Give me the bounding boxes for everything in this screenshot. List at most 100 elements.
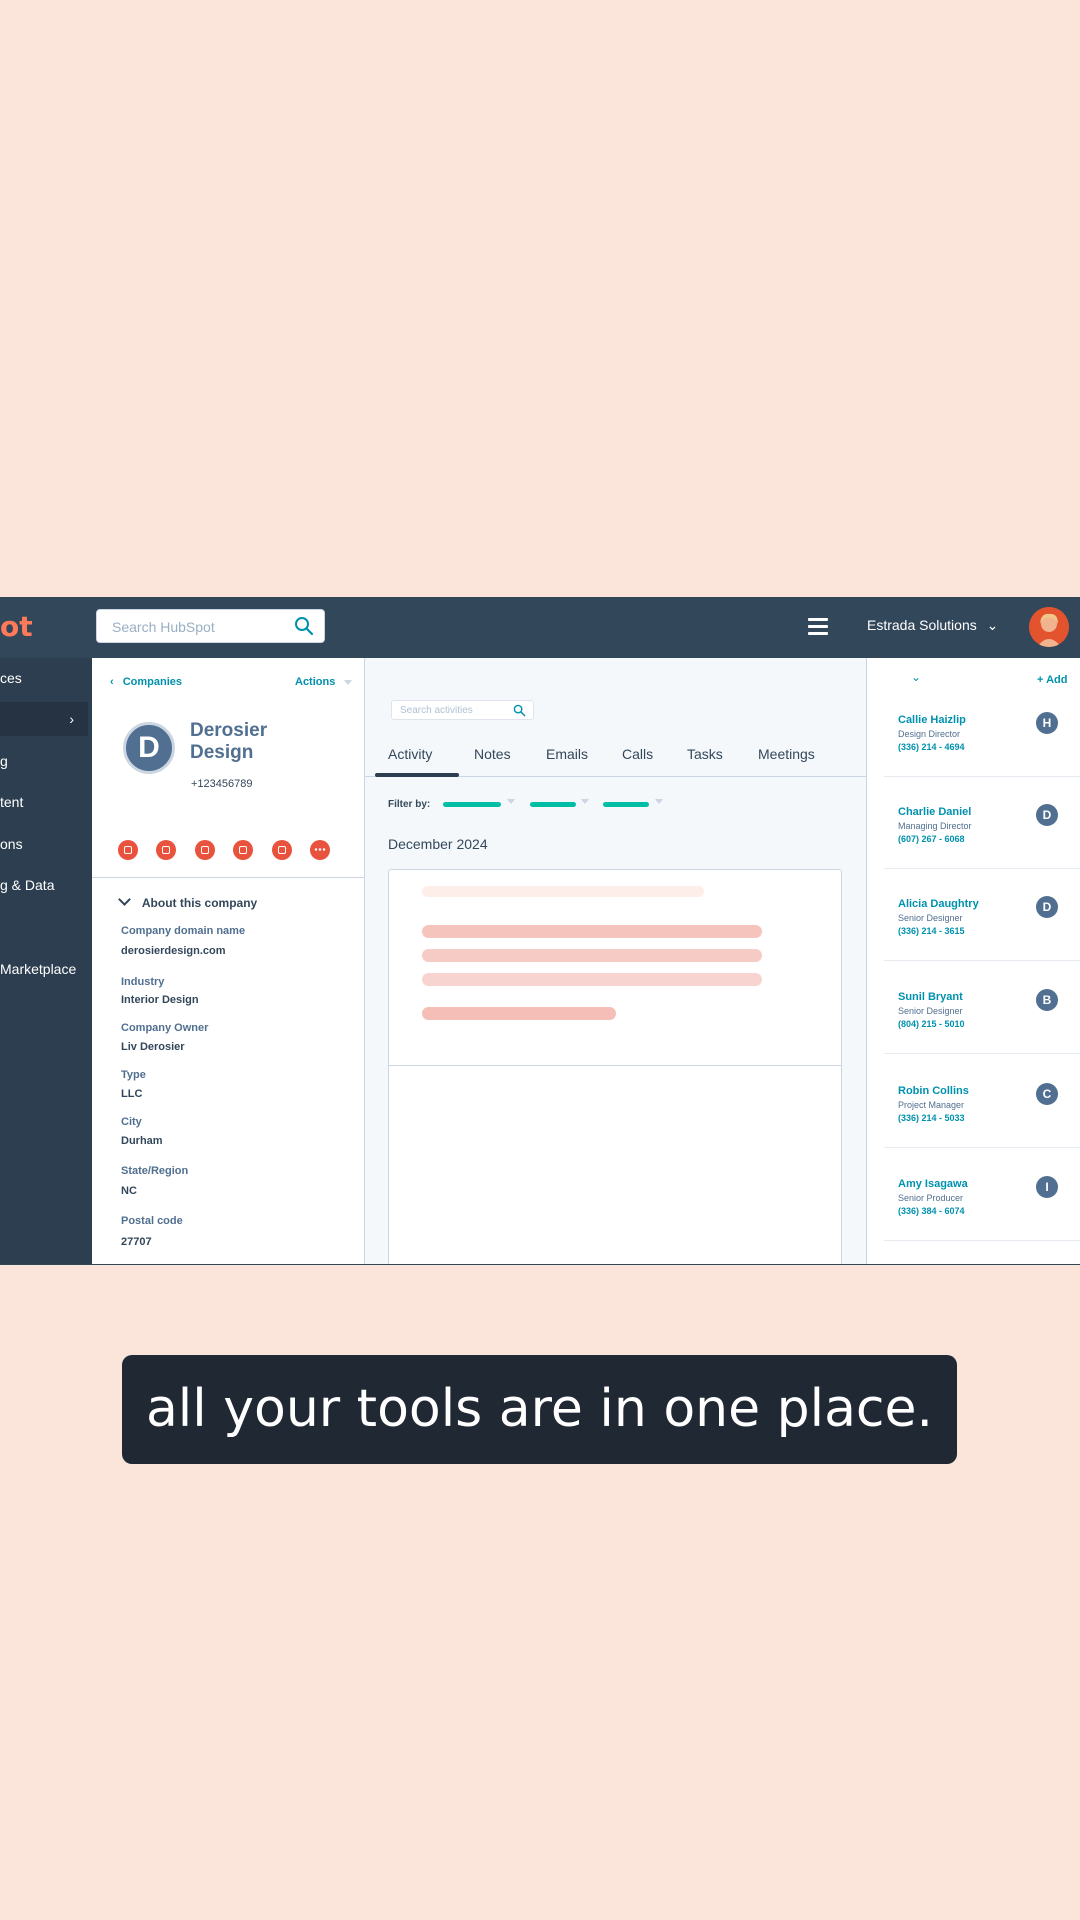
timeline-month-heading: December 2024	[388, 836, 488, 852]
contact-phone[interactable]: (336) 384 - 6074	[898, 1206, 965, 1216]
sidebar-item-content[interactable]: tent	[0, 785, 88, 819]
sidebar-item-services[interactable]: ces	[0, 661, 88, 695]
skeleton-line	[422, 949, 762, 962]
company-name[interactable]: Derosier Design	[190, 720, 320, 764]
contact-phone[interactable]: (336) 214 - 4694	[898, 742, 965, 752]
property-value[interactable]: Interior Design	[121, 994, 199, 1006]
actions-dropdown[interactable]: Actions	[295, 676, 353, 688]
email-action-icon[interactable]	[156, 840, 176, 860]
contact-phone[interactable]: (804) 215 - 5010	[898, 1019, 965, 1029]
chevron-down-icon: ⌄	[986, 617, 999, 633]
tab-notes[interactable]: Notes	[474, 746, 511, 762]
property-label: Postal code	[121, 1215, 183, 1227]
tab-activity[interactable]: Activity	[388, 746, 432, 762]
app-bottom-border	[0, 1264, 1080, 1265]
contact-card[interactable]: Charlie Daniel Managing Director (607) 2…	[867, 804, 1080, 876]
hamburger-menu-icon[interactable]	[808, 618, 828, 636]
property-value[interactable]: derosierdesign.com	[121, 945, 226, 957]
search-placeholder: Search HubSpot	[112, 619, 215, 635]
caption-text: all your tools are in one place.	[145, 1379, 934, 1439]
contact-name[interactable]: Amy Isagawa	[898, 1178, 968, 1190]
tab-emails[interactable]: Emails	[546, 746, 588, 762]
contact-name[interactable]: Alicia Daughtry	[898, 898, 979, 910]
property-value[interactable]: NC	[121, 1185, 137, 1197]
contact-card[interactable]: Sunil Bryant Senior Designer (804) 215 -…	[867, 989, 1080, 1061]
skeleton-line	[422, 886, 704, 897]
contact-divider	[884, 868, 1080, 869]
sidebar-item-label: tent	[0, 794, 24, 810]
sidebar-item-marketing[interactable]: g	[0, 744, 88, 778]
contact-avatar: D	[1036, 804, 1058, 826]
company-avatar: D	[123, 722, 175, 774]
contact-phone[interactable]: (607) 267 - 6068	[898, 834, 965, 844]
account-switcher[interactable]: Estrada Solutions ⌄	[867, 617, 998, 634]
property-label: City	[121, 1116, 142, 1128]
contact-card[interactable]: Alicia Daughtry Senior Designer (336) 21…	[867, 896, 1080, 968]
contact-divider	[884, 776, 1080, 777]
account-name: Estrada Solutions	[867, 617, 977, 633]
about-label: About this company	[141, 896, 258, 910]
meeting-action-icon[interactable]	[272, 840, 292, 860]
contact-name[interactable]: Charlie Daniel	[898, 806, 971, 818]
global-search-input[interactable]: Search HubSpot	[96, 609, 325, 643]
about-section-toggle[interactable]: About this company	[118, 893, 258, 910]
caret-down-icon[interactable]	[655, 799, 663, 804]
chevron-down-icon	[118, 893, 131, 906]
contact-role: Senior Designer	[898, 913, 963, 923]
search-icon[interactable]	[294, 616, 314, 636]
contact-divider	[884, 1053, 1080, 1054]
card-divider	[389, 1065, 841, 1066]
search-icon[interactable]	[513, 704, 526, 717]
activity-search-placeholder: Search activities	[400, 705, 473, 716]
property-label: Company Owner	[121, 1022, 209, 1034]
company-phone: +123456789	[191, 778, 253, 790]
tab-meetings[interactable]: Meetings	[758, 746, 815, 762]
contact-phone[interactable]: (336) 214 - 3615	[898, 926, 965, 936]
property-label: Company domain name	[121, 925, 246, 937]
contact-name[interactable]: Callie Haizlip	[898, 714, 966, 726]
property-value[interactable]: 27707	[121, 1236, 152, 1248]
caret-down-icon[interactable]	[507, 799, 515, 804]
caret-down-icon[interactable]	[581, 799, 589, 804]
tab-calls[interactable]: Calls	[622, 746, 653, 762]
filter-pill[interactable]	[443, 802, 501, 807]
property-label: State/Region	[121, 1165, 189, 1177]
breadcrumb-label: Companies	[122, 676, 183, 688]
sidebar-item-crm[interactable]: ›	[0, 702, 88, 736]
sidebar-item-label: Marketplace	[0, 961, 77, 977]
user-avatar[interactable]	[1029, 607, 1069, 647]
company-details-panel: ‹ Companies Actions D Derosier Design +1…	[92, 658, 365, 1265]
property-label: Type	[121, 1069, 146, 1081]
more-actions-icon[interactable]	[310, 840, 330, 860]
hubspot-logo[interactable]: ot	[0, 610, 33, 643]
contact-role: Managing Director	[898, 821, 972, 831]
property-value[interactable]: Liv Derosier	[121, 1041, 185, 1053]
chevron-down-icon[interactable]: ⌄	[911, 670, 921, 684]
property-value[interactable]: Durham	[121, 1135, 163, 1147]
contact-name[interactable]: Robin Collins	[898, 1085, 969, 1097]
add-contact-button[interactable]: + Add	[1037, 674, 1067, 686]
sidebar-item-label: ces	[0, 670, 22, 686]
contact-role: Design Director	[898, 729, 961, 739]
task-action-icon[interactable]	[233, 840, 253, 860]
hubspot-app-window: ot Search HubSpot Estrada Solutions ⌄ ce…	[0, 597, 1080, 1265]
breadcrumb[interactable]: ‹ Companies	[110, 676, 182, 688]
contact-avatar: H	[1036, 712, 1058, 734]
contact-card[interactable]: Amy Isagawa Senior Producer (336) 384 - …	[867, 1176, 1080, 1248]
contact-phone[interactable]: (336) 214 - 5033	[898, 1113, 965, 1123]
tab-tasks[interactable]: Tasks	[687, 746, 723, 762]
sidebar-item-reporting-data[interactable]: g & Data	[0, 868, 88, 902]
activity-card-placeholder[interactable]	[388, 869, 842, 1265]
contact-name[interactable]: Sunil Bryant	[898, 991, 963, 1003]
sidebar-item-marketplace[interactable]: Marketplace	[0, 952, 88, 986]
contact-card[interactable]: Callie Haizlip Design Director (336) 214…	[867, 712, 1080, 784]
filter-pill[interactable]	[603, 802, 649, 807]
property-value[interactable]: LLC	[121, 1088, 142, 1100]
sidebar-item-label: g & Data	[0, 877, 55, 893]
activity-search-input[interactable]: Search activities	[391, 700, 534, 720]
sidebar-item-automations[interactable]: ons	[0, 827, 88, 861]
call-action-icon[interactable]	[195, 840, 215, 860]
filter-pill[interactable]	[530, 802, 576, 807]
contact-card[interactable]: Robin Collins Project Manager (336) 214 …	[867, 1083, 1080, 1155]
note-action-icon[interactable]	[118, 840, 138, 860]
